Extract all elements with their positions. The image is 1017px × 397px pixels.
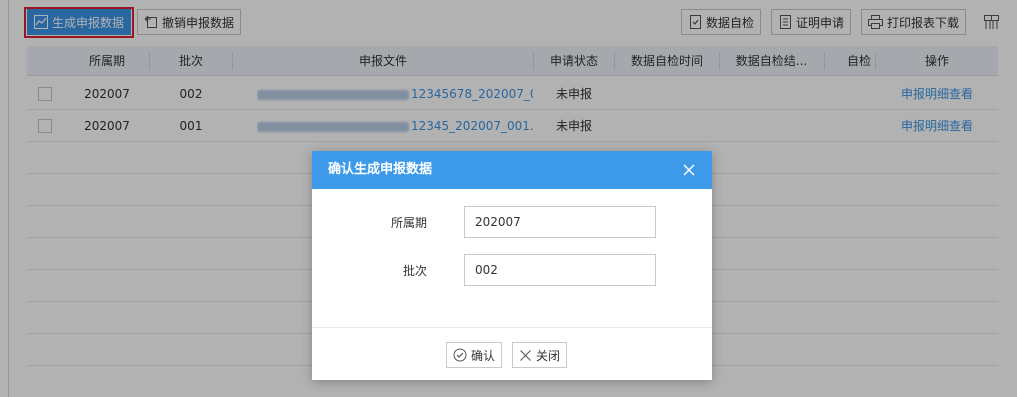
dialog-footer: 确认 关闭 <box>312 327 712 380</box>
confirm-dialog: 确认生成申报数据 所属期 批次 确认 关闭 <box>312 151 712 380</box>
x-icon <box>520 349 531 361</box>
dialog-header: 确认生成申报数据 <box>312 151 712 189</box>
batch-label: 批次 <box>402 264 427 278</box>
check-circle-icon <box>453 348 467 362</box>
dialog-title: 确认生成申报数据 <box>328 162 433 177</box>
close-button[interactable]: 关闭 <box>512 342 568 368</box>
confirm-button[interactable]: 确认 <box>446 342 503 368</box>
close-label: 关闭 <box>536 348 561 363</box>
batch-input[interactable] <box>464 254 656 286</box>
period-label: 所属期 <box>390 216 427 230</box>
close-icon[interactable] <box>682 163 696 177</box>
confirm-label: 确认 <box>471 348 496 363</box>
period-input[interactable] <box>464 206 656 238</box>
